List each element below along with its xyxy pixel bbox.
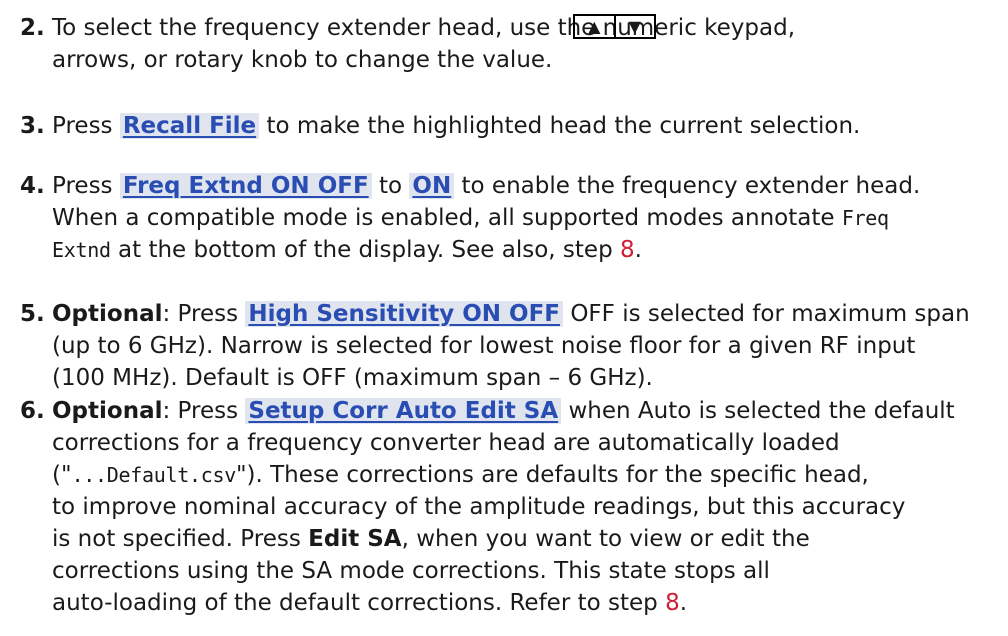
manual-page: 2. To select the frequency extender head… [0,0,1008,636]
up-down-arrow-keys-icon: ▲ ▼ [573,14,656,39]
text: Press [52,113,120,139]
up-arrow-icon: ▲ [575,16,616,37]
text: to [371,173,410,199]
step-text: Press Freq Extnd ON OFF to ON to enable … [52,170,992,202]
text: auto-loading of the default corrections.… [52,590,666,616]
step-number: 4. [20,173,45,199]
step-text: to improve nominal accuracy of the ampli… [52,494,906,520]
text: is not specified. Press [52,526,309,552]
text: OFF is selected for maximum span [563,301,970,327]
step-text: corrections for a frequency converter he… [52,430,840,456]
text: . [679,590,688,616]
step-number: 3. [20,113,45,139]
step-text: To select the frequency extender head, u… [52,15,796,41]
step-text: (up to 6 GHz). Narrow is selected for lo… [52,333,916,359]
optional-label: Optional [52,301,163,327]
step-text: Optional: Press High Sensitivity ON OFF … [52,298,992,330]
down-arrow-icon: ▼ [628,16,641,36]
step-text: When a compatible mode is enabled, all s… [52,202,992,234]
step-text: arrows, or rotary knob to change the val… [52,47,553,73]
on-softkey[interactable]: ON [409,173,455,199]
step-text: Press Recall File to make the highlighte… [52,110,992,142]
freq-extnd-softkey[interactable]: Freq Extnd ON OFF [119,173,372,199]
text: when Auto is selected the default [561,398,955,424]
text: "). These corrections are defaults for t… [235,462,869,488]
step-text: auto-loading of the default corrections.… [52,587,992,619]
step-text: (100 MHz). Default is OFF (maximum span … [52,365,653,391]
text: . [634,237,642,263]
step-text: is not specified. Press Edit SA, when yo… [52,523,992,555]
step-number: 2. [20,15,45,41]
step-number: 5. [20,301,45,327]
text: at the bottom of the display. See also, … [110,237,620,263]
code-filename: ...Default.csv [71,463,237,487]
high-sensitivity-softkey[interactable]: High Sensitivity ON OFF [245,301,564,327]
step-text: corrections using the SA mode correction… [52,558,770,584]
text: Press [52,173,120,199]
step-number: 6. [20,398,45,424]
code-annotation: Extnd [52,238,111,262]
step-link[interactable]: 8 [665,590,680,616]
code-annotation: Freq [841,206,889,230]
text: , when you want to view or edit the [401,526,810,552]
recall-file-softkey[interactable]: Recall File [119,113,260,139]
text: : Press [162,398,246,424]
edit-sa-key: Edit SA [308,526,402,552]
setup-corr-softkey[interactable]: Setup Corr Auto Edit SA [245,398,562,424]
step-text: ("...Default.csv"). These corrections ar… [52,459,992,491]
step-text: Optional: Press Setup Corr Auto Edit SA … [52,395,992,427]
text: : Press [162,301,246,327]
text: When a compatible mode is enabled, all s… [52,205,842,231]
optional-label: Optional [52,398,163,424]
step-text: Extnd at the bottom of the display. See … [52,234,992,266]
text: to make the highlighted head the current… [259,113,861,139]
text: (" [52,462,72,488]
step-link[interactable]: 8 [620,237,635,263]
text: to enable the frequency extender head. [454,173,921,199]
